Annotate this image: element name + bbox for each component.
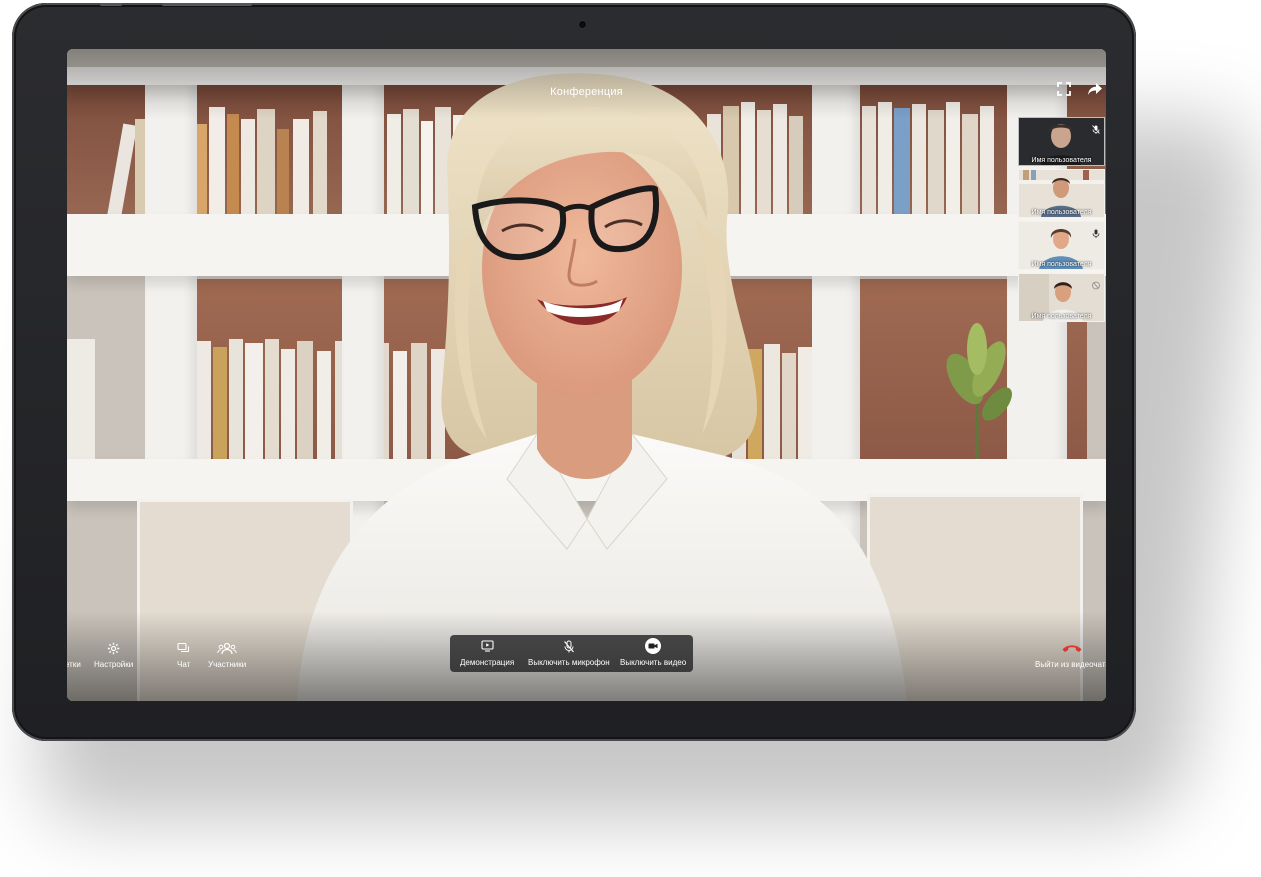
participants-strip: Имя пользователя Имя пользователя Имя по…: [1018, 117, 1105, 325]
screen-share-button[interactable]: Демонстрация: [460, 640, 514, 667]
grid-icon: [67, 642, 81, 656]
participant-tile[interactable]: Имя пользователя: [1018, 273, 1105, 322]
fullscreen-icon[interactable]: [1057, 82, 1071, 101]
speaker-video: [297, 73, 907, 701]
screen-share-icon: [460, 640, 514, 654]
participant-tile[interactable]: Имя пользователя: [1018, 221, 1105, 270]
mic-off-icon: [1092, 121, 1100, 139]
tool-label: Выключить микрофон: [528, 658, 610, 667]
mic-off-icon: [528, 640, 610, 654]
hang-up-icon: [1035, 642, 1106, 656]
participant-name: Имя пользователя: [1031, 209, 1092, 216]
tool-grid[interactable]: етки: [67, 642, 81, 669]
mute-mic-button[interactable]: Выключить микрофон: [528, 640, 610, 667]
participant-name: Имя пользователя: [1031, 313, 1092, 320]
tool-label: Демонстрация: [460, 658, 515, 667]
participants-button[interactable]: Участники: [208, 642, 246, 669]
participant-tile[interactable]: Имя пользователя: [1018, 117, 1105, 166]
people-icon: [208, 642, 246, 656]
device-button: [100, 3, 122, 6]
top-overlay: [67, 49, 1106, 119]
leave-call-button[interactable]: Выйти из видеочата: [1035, 642, 1106, 669]
front-camera: [577, 19, 588, 30]
tablet-device: Конференция Имя пользователя Имя пользов…: [12, 3, 1136, 741]
participant-name: Имя пользователя: [1031, 261, 1092, 268]
media-controls: Демонстрация Выключить микрофон Выключит…: [450, 635, 693, 672]
device-button: [162, 3, 252, 6]
video-icon: [620, 638, 686, 654]
share-icon[interactable]: [1087, 82, 1103, 101]
tool-label: етки: [67, 660, 81, 669]
chat-button[interactable]: Чат: [177, 642, 190, 669]
tool-label: Чат: [177, 660, 191, 669]
mic-off-icon: [1092, 277, 1100, 295]
video-conference-screen: Конференция Имя пользователя Имя пользов…: [67, 49, 1106, 701]
stop-video-button[interactable]: Выключить видео: [620, 638, 687, 667]
tool-label: Выйти из видеочата: [1035, 660, 1106, 669]
settings-button[interactable]: Настройки: [94, 642, 133, 669]
conference-title: Конференция: [550, 86, 623, 98]
mic-icon: [1092, 225, 1100, 243]
chat-icon: [177, 642, 190, 656]
tool-label: Настройки: [94, 660, 134, 669]
tool-label: Выключить видео: [620, 658, 687, 667]
tool-label: Участники: [208, 660, 247, 669]
gear-icon: [94, 642, 133, 656]
participant-tile[interactable]: Имя пользователя: [1018, 169, 1105, 218]
participant-name: Имя пользователя: [1031, 157, 1092, 164]
